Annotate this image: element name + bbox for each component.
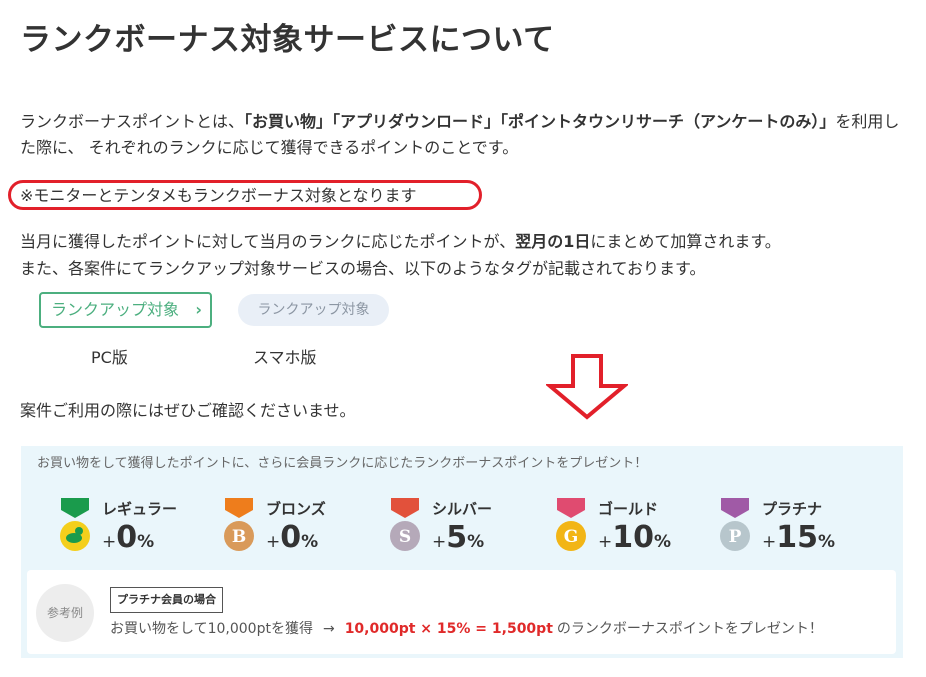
rank-unit: % — [654, 532, 672, 552]
rank-name: プラチナ — [762, 500, 823, 518]
chevron-right-icon: › — [195, 300, 202, 319]
rank-plus: + — [102, 532, 117, 552]
rank-name: ブロンズ — [266, 500, 326, 518]
rank-bonus-panel: お買い物をして獲得したポイントに、さらに会員ランクに応じたランクボーナスポイント… — [21, 446, 903, 658]
rank-up-tag-sp: ランクアップ対象 — [238, 294, 389, 326]
pc-caption: PC版 — [91, 348, 128, 367]
rank-plus: + — [266, 532, 281, 552]
rank-value: +15% — [762, 520, 835, 555]
rank-regular: レギュラー +0% — [59, 498, 209, 564]
rank-value: +5% — [432, 520, 484, 555]
sp-caption: スマホ版 — [253, 348, 317, 367]
example-text-end: のランクボーナスポイントをプレゼント！ — [556, 621, 823, 637]
svg-text:S: S — [399, 527, 411, 547]
rank-number: 0 — [280, 520, 302, 555]
regular-medal-icon — [60, 498, 90, 551]
silver-medal-icon: S — [390, 498, 420, 551]
calc-text-end: にまとめて加算されます。 — [590, 232, 781, 251]
svg-text:G: G — [564, 527, 579, 547]
confirm-paragraph: 案件ご利用の際にはぜひご確認くださいませ。 — [20, 401, 356, 420]
calc-date: 翌月の1日 — [515, 232, 591, 251]
example-box: 参考例 プラチナ会員の場合 お買い物をして10,000ptを獲得 → 10,000p… — [27, 570, 896, 654]
rank-gold: G ゴールド +10% — [555, 498, 705, 564]
rank-plus: + — [762, 532, 777, 552]
rank-up-tag-pc-label: ランクアップ対象 — [51, 300, 180, 319]
rank-name: レギュラー — [102, 500, 178, 518]
platinum-medal-icon: P — [720, 498, 750, 551]
intro-paragraph: ランクボーナスポイントとは、「お買い物」「アプリダウンロード」「ポイントタウンリ… — [20, 109, 910, 161]
calc-text: 当月に獲得したポイントに対して当月のランクに応じたポイントが、 — [20, 232, 516, 251]
rank-number: 0 — [116, 520, 138, 555]
rank-unit: % — [301, 532, 319, 552]
rank-up-tag-pc[interactable]: ランクアップ対象 › — [39, 292, 212, 328]
rank-number: 15 — [776, 520, 818, 555]
rank-bronze: B ブロンズ +0% — [223, 498, 373, 564]
tag-paragraph: また、各案件にてランクアップ対象サービスの場合、以下のようなタグが記載されており… — [20, 259, 706, 278]
intro-text: ランクボーナスポイントとは、 — [20, 112, 245, 131]
arrow-right-icon: → — [322, 621, 335, 637]
rank-unit: % — [467, 532, 485, 552]
svg-text:B: B — [232, 527, 246, 547]
down-arrow-icon — [546, 354, 628, 420]
rank-number: 5 — [446, 520, 468, 555]
rank-plus: + — [598, 532, 613, 552]
example-tag: プラチナ会員の場合 — [110, 587, 223, 613]
rank-value: +0% — [266, 520, 318, 555]
rank-unit: % — [137, 532, 155, 552]
rank-number: 10 — [612, 520, 654, 555]
rank-value: +10% — [598, 520, 671, 555]
rank-name: ゴールド — [598, 500, 659, 518]
intro-services: 「お買い物」「アプリダウンロード」「ポイントタウンリサーチ（アンケートのみ）」 — [244, 112, 836, 131]
example-line: お買い物をして10,000ptを獲得 → 10,000pt × 15% = 1,50… — [110, 618, 823, 638]
example-badge: 参考例 — [36, 584, 94, 642]
calc-paragraph: 当月に獲得したポイントに対して当月のランクに応じたポイントが、翌月の1日にまとめ… — [20, 229, 781, 255]
gold-medal-icon: G — [556, 498, 586, 551]
svg-text:P: P — [729, 527, 742, 547]
example-calc: 10,000pt × 15% = 1,500pt — [344, 621, 553, 637]
rank-name: シルバー — [432, 500, 493, 518]
bronze-medal-icon: B — [224, 498, 254, 551]
page-title: ランクボーナス対象サービスについて — [20, 22, 555, 58]
rank-platinum: P プラチナ +15% — [719, 498, 869, 564]
rank-silver: S シルバー +5% — [389, 498, 539, 564]
note-text: ※モニターとテンタメもランクボーナス対象となります — [20, 186, 417, 205]
panel-header: お買い物をして獲得したポイントに、さらに会員ランクに応じたランクボーナスポイント… — [37, 456, 648, 471]
rank-plus: + — [432, 532, 447, 552]
rank-unit: % — [818, 532, 836, 552]
example-text: お買い物をして10,000ptを獲得 — [110, 621, 313, 637]
rank-value: +0% — [102, 520, 154, 555]
